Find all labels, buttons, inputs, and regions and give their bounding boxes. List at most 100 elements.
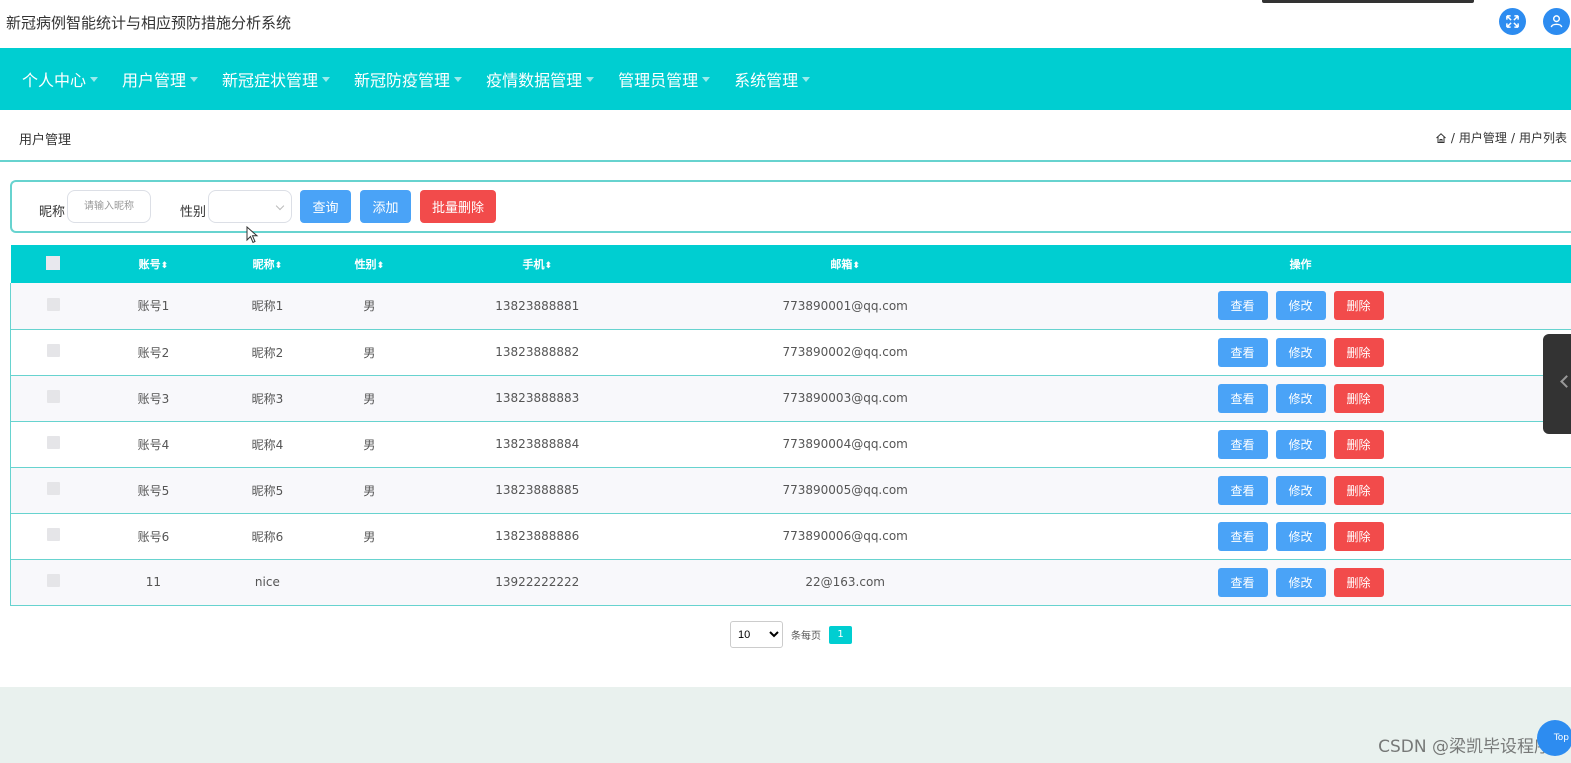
cell-actions: 查看 修改 删除: [1030, 559, 1571, 605]
cell-phone: 13823888884: [495, 437, 580, 451]
cell-nickname: 昵称5: [251, 483, 284, 498]
batch-delete-button[interactable]: 批量删除: [420, 190, 496, 223]
mouse-cursor-icon: [246, 226, 259, 244]
row-checkbox[interactable]: [47, 482, 61, 495]
nav-item-3[interactable]: 新冠防疫管理: [354, 67, 463, 91]
breadcrumb: / 用户管理 / 用户列表: [1435, 129, 1567, 146]
col-email[interactable]: 邮箱⬍: [660, 245, 1030, 283]
gender-select[interactable]: [208, 190, 292, 223]
row-actions: 查看 修改 删除: [1030, 521, 1571, 551]
view-button[interactable]: 查看: [1217, 521, 1268, 551]
row-select-cell: [10, 283, 97, 329]
row-checkbox[interactable]: [47, 297, 61, 311]
caret-down-icon: [322, 76, 331, 82]
row-checkbox[interactable]: [47, 344, 61, 357]
edit-button[interactable]: 修改: [1275, 337, 1326, 367]
col-nickname[interactable]: 昵称⬍: [210, 245, 324, 283]
row-actions: 查看 修改 删除: [1030, 383, 1571, 413]
delete-button[interactable]: 删除: [1333, 567, 1384, 597]
side-drawer-handle[interactable]: [1543, 334, 1571, 434]
caret-down-icon: [586, 76, 595, 82]
view-button[interactable]: 查看: [1217, 567, 1268, 597]
cell-account: 11: [145, 575, 162, 589]
breadcrumb-item-user-list: 用户列表: [1518, 131, 1567, 145]
table-row: 账号5 昵称5 男 13823888885 773890005@qq.com 查看 修改 删除: [10, 467, 1571, 513]
query-button[interactable]: 查询: [300, 190, 351, 223]
nav-item-0[interactable]: 个人中心: [22, 67, 99, 91]
cell-phone: 13823888881: [495, 298, 580, 313]
delete-button[interactable]: 删除: [1333, 475, 1384, 505]
row-checkbox[interactable]: [47, 528, 61, 541]
nav-item-label: 用户管理: [122, 71, 187, 90]
edit-button[interactable]: 修改: [1275, 521, 1326, 551]
col-gender[interactable]: 性别⬍: [324, 245, 414, 283]
delete-button[interactable]: 删除: [1333, 337, 1384, 367]
nickname-label: 昵称: [39, 205, 66, 220]
row-checkbox[interactable]: [47, 436, 61, 449]
add-button[interactable]: 添加: [360, 190, 411, 223]
nav-item-5[interactable]: 管理员管理: [618, 67, 711, 91]
nav-item-6[interactable]: 系统管理: [734, 67, 811, 91]
nav-item-2[interactable]: 新冠症状管理: [222, 67, 331, 91]
breadcrumb-separator: /: [1510, 130, 1515, 145]
home-icon[interactable]: [1435, 132, 1447, 144]
table-row: 账号3 昵称3 男 13823888883 773890003@qq.com 查看 修改 删除: [10, 375, 1571, 421]
cell-actions: 查看 修改 删除: [1030, 421, 1571, 467]
cell-nickname: 昵称2: [251, 345, 284, 360]
caret-down-icon: [802, 76, 811, 82]
app-title: 新冠病例智能统计与相应预防措施分析系统: [6, 14, 292, 32]
page-size-select[interactable]: 102050: [730, 621, 783, 648]
page-number-current[interactable]: 1: [829, 625, 852, 644]
cell-gender: 男: [363, 345, 376, 360]
gender-label: 性别: [180, 205, 207, 220]
row-select-cell: [10, 375, 97, 421]
cell-phone: 13823888882: [495, 345, 580, 359]
cell-account: 账号3: [137, 391, 170, 406]
nav-item-1[interactable]: 用户管理: [122, 67, 199, 91]
caret-down-icon: [90, 76, 99, 82]
view-button[interactable]: 查看: [1217, 383, 1268, 413]
select-all-checkbox[interactable]: [46, 255, 61, 270]
page-title: 用户管理: [19, 133, 72, 148]
edit-button[interactable]: 修改: [1275, 567, 1326, 597]
breadcrumb-separator: /: [1450, 130, 1455, 145]
view-button[interactable]: 查看: [1217, 429, 1268, 459]
col-account[interactable]: 账号⬍: [96, 245, 210, 283]
delete-button[interactable]: 删除: [1333, 291, 1384, 321]
row-actions: 查看 修改 删除: [1030, 567, 1571, 597]
row-select-cell: [10, 329, 97, 375]
cell-actions: 查看 修改 删除: [1030, 329, 1571, 375]
fullscreen-icon: [1506, 15, 1519, 28]
back-to-top-button[interactable]: Top: [1537, 720, 1571, 756]
pagination: 102050 条每页 1: [730, 621, 852, 648]
row-actions: 查看 修改 删除: [1030, 475, 1571, 505]
cell-phone: 13823888885: [495, 483, 580, 497]
chevron-down-icon: [275, 201, 285, 211]
col-phone[interactable]: 手机⬍: [414, 245, 660, 283]
cell-phone: 13922222222: [495, 575, 580, 589]
nav-item-4[interactable]: 疫情数据管理: [486, 67, 595, 91]
delete-button[interactable]: 删除: [1333, 383, 1384, 413]
edit-button[interactable]: 修改: [1275, 475, 1326, 505]
delete-button[interactable]: 删除: [1333, 521, 1384, 551]
edit-button[interactable]: 修改: [1275, 291, 1326, 321]
cell-nickname: 昵称4: [251, 437, 284, 452]
breadcrumb-item-user-manage[interactable]: 用户管理: [1459, 129, 1507, 146]
sort-icon: ⬍: [160, 261, 169, 271]
edit-button[interactable]: 修改: [1275, 383, 1326, 413]
user-button[interactable]: [1543, 8, 1570, 35]
nickname-search-input[interactable]: [67, 190, 151, 223]
row-checkbox[interactable]: [47, 390, 61, 403]
edit-button[interactable]: 修改: [1275, 429, 1326, 459]
breadcrumb-bar: 用户管理 / 用户管理 / 用户列表: [0, 110, 1571, 162]
row-checkbox[interactable]: [47, 574, 61, 587]
fullscreen-button[interactable]: [1499, 8, 1526, 35]
delete-button[interactable]: 删除: [1333, 429, 1384, 459]
cell-actions: 查看 修改 删除: [1030, 283, 1571, 329]
view-button[interactable]: 查看: [1217, 337, 1268, 367]
view-button[interactable]: 查看: [1217, 475, 1268, 505]
row-select-cell: [10, 559, 97, 605]
cell-gender: [324, 559, 414, 605]
view-button[interactable]: 查看: [1217, 291, 1268, 321]
cell-gender: 男: [363, 529, 376, 544]
